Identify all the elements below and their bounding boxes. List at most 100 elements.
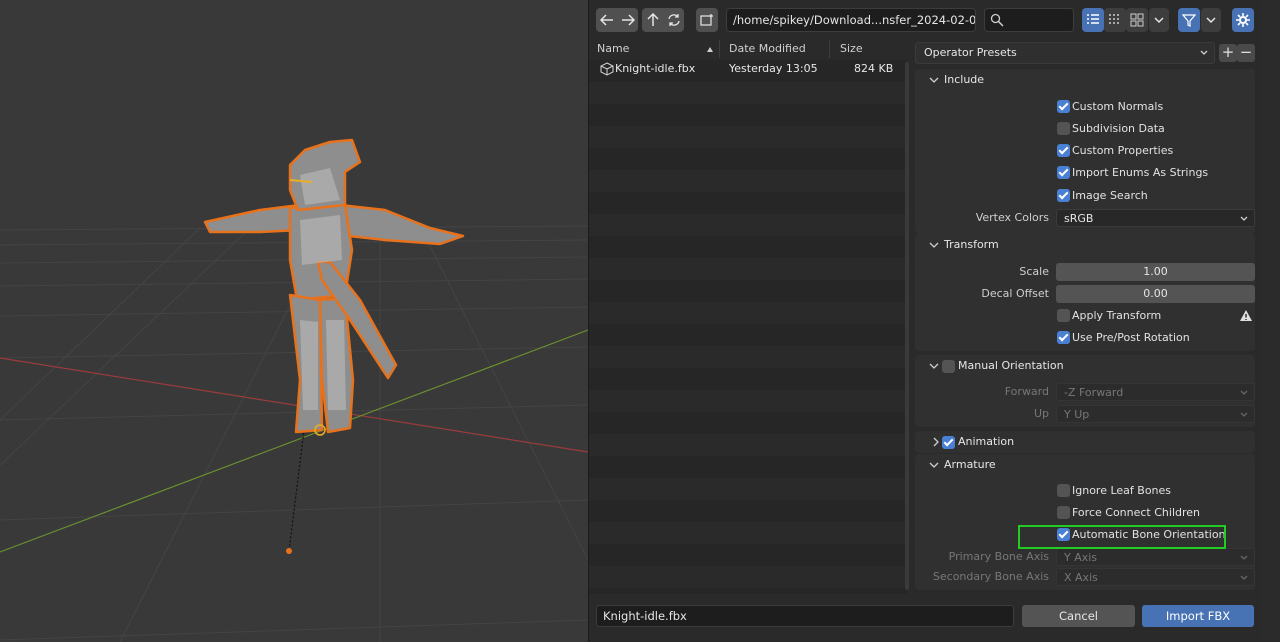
- transform-header[interactable]: Transform: [915, 234, 1255, 256]
- import-fbx-button[interactable]: Import FBX: [1142, 605, 1254, 627]
- chevron-down-icon: [1240, 412, 1248, 417]
- parent-dir-button[interactable]: [642, 8, 663, 32]
- chevron-down-icon: [1240, 216, 1248, 221]
- file-row[interactable]: Knight-idle.fbx Yesterday 13:05 824 KB: [589, 60, 907, 78]
- auto-bone-row[interactable]: Automatic Bone Orientation: [915, 524, 1255, 546]
- file-3d-icon: [600, 62, 614, 76]
- warning-icon: [1240, 310, 1252, 321]
- 3d-viewport[interactable]: [0, 0, 588, 642]
- viewport-scene: [0, 138, 588, 642]
- custom-normals-row[interactable]: Custom Normals: [915, 96, 1255, 118]
- search-field[interactable]: [984, 8, 1074, 32]
- vertical-list-icon: [1087, 14, 1099, 24]
- file-date: Yesterday 13:05: [729, 62, 818, 75]
- subdivision-checkbox[interactable]: [1057, 122, 1070, 135]
- filename-field[interactable]: Knight-idle.fbx: [596, 605, 1014, 627]
- transform-title: Transform: [944, 238, 999, 251]
- refresh-icon: [667, 14, 680, 26]
- column-date-header[interactable]: Date Modified: [729, 40, 806, 58]
- refresh-button[interactable]: [663, 8, 684, 32]
- secondary-axis-label: Secondary Bone Axis: [932, 570, 1049, 583]
- origin-dot: [286, 548, 292, 554]
- view-horizontal-list-button[interactable]: [1104, 8, 1126, 32]
- manual-orientation-checkbox[interactable]: [942, 360, 955, 373]
- new-folder-icon: [700, 14, 713, 26]
- column-size-header[interactable]: Size: [840, 40, 863, 58]
- arrow-up-icon: [646, 13, 659, 26]
- image-search-row[interactable]: Image Search: [915, 185, 1255, 207]
- remove-preset-button[interactable]: −: [1237, 44, 1255, 62]
- filter-toggle-button[interactable]: [1178, 8, 1200, 32]
- forward-select[interactable]: -Z Forward: [1056, 383, 1255, 401]
- file-name: Knight-idle.fbx: [615, 62, 696, 75]
- pre-post-rotation-row[interactable]: Use Pre/Post Rotation: [915, 327, 1255, 349]
- transform-section: Transform Scale 1.00 Decal Offset 0.00 A…: [915, 234, 1255, 351]
- file-list: Name Date Modified Size Knight-idle.fbx …: [589, 38, 907, 594]
- presets-label: Operator Presets: [924, 46, 1017, 59]
- cancel-button[interactable]: Cancel: [1022, 605, 1135, 627]
- file-list-scrollbar[interactable]: [905, 62, 909, 590]
- decal-offset-field[interactable]: 0.00: [1056, 285, 1255, 303]
- custom-properties-row[interactable]: Custom Properties: [915, 140, 1255, 162]
- secondary-axis-select[interactable]: X Axis: [1056, 568, 1255, 586]
- force-connect-row[interactable]: Force Connect Children: [915, 502, 1255, 524]
- custom-properties-label: Custom Properties: [1072, 144, 1174, 157]
- operator-presets-dropdown[interactable]: Operator Presets: [915, 42, 1215, 64]
- directory-path-field[interactable]: /home/spikey/Download...nsfer_2024-02-05…: [726, 8, 976, 32]
- file-size: 824 KB: [854, 62, 894, 75]
- image-search-checkbox[interactable]: [1057, 189, 1070, 202]
- ignore-leaf-row[interactable]: Ignore Leaf Bones: [915, 480, 1255, 502]
- auto-bone-label: Automatic Bone Orientation: [1072, 528, 1226, 541]
- chevron-down-icon: [1206, 17, 1216, 24]
- up-select[interactable]: Y Up: [1056, 405, 1255, 423]
- subdivision-row[interactable]: Subdivision Data: [915, 118, 1255, 140]
- display-settings-dropdown[interactable]: [1149, 8, 1169, 32]
- import-enums-row[interactable]: Import Enums As Strings: [915, 162, 1255, 184]
- secondary-axis-row: Secondary Bone Axis X Axis: [915, 566, 1255, 588]
- chevron-down-icon: [929, 77, 939, 83]
- primary-axis-select[interactable]: Y Axis: [1056, 548, 1255, 566]
- view-thumbnails-button[interactable]: [1126, 8, 1148, 32]
- sort-ascending-icon: [707, 47, 713, 52]
- armature-header[interactable]: Armature: [915, 454, 1255, 476]
- import-enums-checkbox[interactable]: [1057, 166, 1070, 179]
- new-folder-button[interactable]: [696, 8, 718, 32]
- include-title: Include: [944, 73, 985, 86]
- import-enums-label: Import Enums As Strings: [1072, 166, 1209, 179]
- auto-bone-checkbox[interactable]: [1057, 528, 1070, 541]
- add-preset-button[interactable]: +: [1219, 44, 1237, 62]
- vertex-colors-select[interactable]: sRGB: [1056, 209, 1255, 227]
- back-button[interactable]: [596, 8, 617, 32]
- decal-offset-row: Decal Offset 0.00: [915, 283, 1255, 305]
- pre-post-rotation-label: Use Pre/Post Rotation: [1072, 331, 1190, 344]
- forward-value: -Z Forward: [1064, 386, 1124, 399]
- custom-normals-label: Custom Normals: [1072, 100, 1164, 113]
- vertex-colors-label: Vertex Colors: [975, 211, 1049, 224]
- up-label: Up: [1033, 407, 1049, 420]
- primary-axis-value: Y Axis: [1064, 551, 1098, 564]
- ignore-leaf-checkbox[interactable]: [1057, 484, 1070, 497]
- column-name-header[interactable]: Name: [597, 40, 629, 58]
- pre-post-rotation-checkbox[interactable]: [1057, 331, 1070, 344]
- apply-transform-label: Apply Transform: [1072, 309, 1162, 322]
- forward-button[interactable]: [617, 8, 638, 32]
- chevron-right-icon: [933, 437, 939, 447]
- chevron-down-icon: [1154, 17, 1164, 24]
- custom-properties-checkbox[interactable]: [1057, 144, 1070, 157]
- options-toggle-button[interactable]: [1232, 8, 1254, 32]
- force-connect-checkbox[interactable]: [1057, 506, 1070, 519]
- manual-orientation-header[interactable]: Manual Orientation: [915, 355, 1255, 377]
- primary-axis-label: Primary Bone Axis: [948, 550, 1049, 563]
- animation-header[interactable]: Animation: [915, 431, 1255, 453]
- include-header[interactable]: Include: [915, 69, 1255, 91]
- view-vertical-list-button[interactable]: [1082, 8, 1104, 32]
- custom-normals-checkbox[interactable]: [1057, 100, 1070, 113]
- scale-field[interactable]: 1.00: [1056, 263, 1255, 281]
- apply-transform-checkbox[interactable]: [1057, 309, 1070, 322]
- animation-checkbox[interactable]: [942, 436, 955, 449]
- apply-transform-row[interactable]: Apply Transform: [915, 305, 1255, 327]
- filter-settings-dropdown[interactable]: [1201, 8, 1221, 32]
- scale-row: Scale 1.00: [915, 261, 1255, 283]
- chevron-down-icon: [929, 242, 939, 248]
- horizontal-list-icon: [1109, 14, 1119, 24]
